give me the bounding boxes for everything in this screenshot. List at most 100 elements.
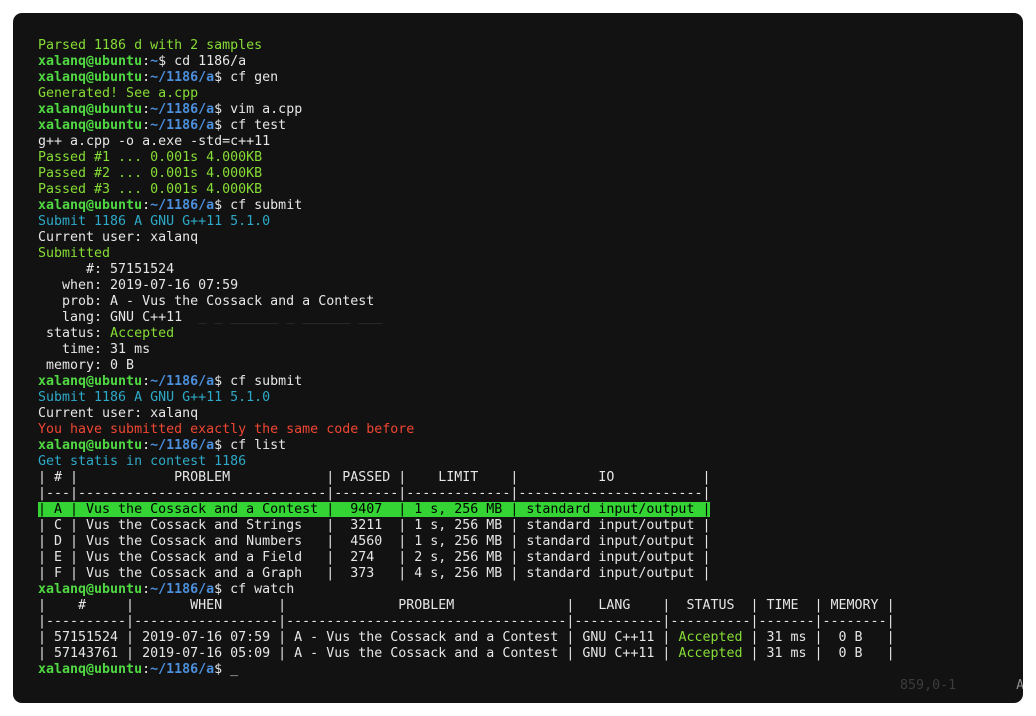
text-segment: xalanq@ubuntu xyxy=(38,198,142,213)
text-segment: $ cf watch xyxy=(214,582,294,597)
terminal-line: | # | PROBLEM | PASSED | LIMIT | IO | xyxy=(38,470,1023,486)
cursor: _ xyxy=(230,662,238,677)
text-segment: ~/1186/a xyxy=(150,582,214,597)
text-segment: You have submitted exactly the same code… xyxy=(38,422,414,437)
text-segment: ~/1186/a xyxy=(150,198,214,213)
terminal-line: |----------|------------------|---------… xyxy=(38,614,1023,630)
terminal-line: status: Accepted xyxy=(38,326,1023,342)
text-segment: : xyxy=(142,662,150,677)
terminal-line: Passed #3 ... 0.001s 4.000KB xyxy=(38,182,1023,198)
text-segment: : xyxy=(142,54,150,69)
terminal-line: xalanq@ubuntu:~/1186/a$ cf list xyxy=(38,438,1023,454)
highlighted-row: | A | Vus the Cossack and a Contest | 94… xyxy=(38,502,710,517)
text-segment: xalanq@ubuntu xyxy=(38,54,142,69)
text-segment: xalanq@ubuntu xyxy=(38,582,142,597)
text-segment: | C | Vus the Cossack and Strings | 3211… xyxy=(38,518,710,533)
text-segment: memory: 0 B xyxy=(38,358,134,373)
text-segment: xalanq@ubuntu xyxy=(38,662,142,677)
text-segment: _ _ ______ _ ______ ___ xyxy=(198,310,382,325)
text-segment: : xyxy=(142,582,150,597)
terminal-line: Current user: xalanq xyxy=(38,230,1023,246)
text-segment: $ cf submit xyxy=(214,198,302,213)
text-segment: | # | PROBLEM | PASSED | LIMIT | IO | xyxy=(38,470,710,485)
text-segment: Generated! See a.cpp xyxy=(38,86,198,101)
text-segment: Accepted xyxy=(678,630,742,645)
terminal-line: xalanq@ubuntu:~/1186/a$ cf watch xyxy=(38,582,1023,598)
terminal-output: Parsed 1186 d with 2 samplesxalanq@ubunt… xyxy=(38,38,1023,678)
terminal-line: Submit 1186 A GNU G++11 5.1.0 xyxy=(38,390,1023,406)
terminal-screen[interactable]: Parsed 1186 d with 2 samplesxalanq@ubunt… xyxy=(13,13,1023,703)
terminal-line: Get statis in contest 1186 xyxy=(38,454,1023,470)
terminal-line: Passed #2 ... 0.001s 4.000KB xyxy=(38,166,1023,182)
terminal-line: when: 2019-07-16 07:59 xyxy=(38,278,1023,294)
text-segment: $ xyxy=(214,662,230,677)
text-segment: | 31 ms | 0 B | xyxy=(742,630,894,645)
text-segment: : xyxy=(142,198,150,213)
text-segment: | # | WHEN | PROBLEM | LANG | STATUS | T… xyxy=(38,598,895,613)
text-segment: prob: A - Vus the Cossack and a Contest xyxy=(38,294,374,309)
terminal-line: |---|-------------------------------|---… xyxy=(38,486,1023,502)
terminal-line: time: 31 ms xyxy=(38,342,1023,358)
terminal-line: xalanq@ubuntu:~$ cd 1186/a xyxy=(38,54,1023,70)
terminal-line: xalanq@ubuntu:~/1186/a$ cf test xyxy=(38,118,1023,134)
text-segment: $ vim a.cpp xyxy=(214,102,302,117)
terminal-line: | F | Vus the Cossack and a Graph | 373 … xyxy=(38,566,1023,582)
text-segment: : xyxy=(142,118,150,133)
text-segment: $ cd 1186/a xyxy=(158,54,246,69)
text-segment: lang: GNU C++11 xyxy=(38,310,182,325)
text-segment: Current user: xalanq xyxy=(38,230,198,245)
terminal-line: xalanq@ubuntu:~/1186/a$ cf submit xyxy=(38,198,1023,214)
text-segment: Accepted xyxy=(678,646,742,661)
text-segment: : xyxy=(142,70,150,85)
ruler-position: 859,0-1 xyxy=(900,678,956,693)
text-segment: | E | Vus the Cossack and a Field | 274 … xyxy=(38,550,710,565)
text-segment: | F | Vus the Cossack and a Graph | 373 … xyxy=(38,566,710,581)
text-segment: xalanq@ubuntu xyxy=(38,70,142,85)
terminal-line: Submitted xyxy=(38,246,1023,262)
text-segment: Submit 1186 A GNU G++11 5.1.0 xyxy=(38,390,270,405)
terminal-line: Parsed 1186 d with 2 samples xyxy=(38,38,1023,54)
terminal-line: Submit 1186 A GNU G++11 5.1.0 xyxy=(38,214,1023,230)
text-segment: : xyxy=(142,102,150,117)
text-segment xyxy=(182,310,198,325)
text-segment: : xyxy=(142,438,150,453)
text-segment: Current user: xalanq xyxy=(38,406,198,421)
text-segment: xalanq@ubuntu xyxy=(38,118,142,133)
terminal-line: | E | Vus the Cossack and a Field | 274 … xyxy=(38,550,1023,566)
text-segment: Passed #2 ... 0.001s 4.000KB xyxy=(38,166,262,181)
terminal-line: | 57151524 | 2019-07-16 07:59 | A - Vus … xyxy=(38,630,1023,646)
text-segment: ~/1186/a xyxy=(150,70,214,85)
terminal-line: prob: A - Vus the Cossack and a Contest xyxy=(38,294,1023,310)
terminal-line: Passed #1 ... 0.001s 4.000KB xyxy=(38,150,1023,166)
terminal-line: | # | WHEN | PROBLEM | LANG | STATUS | T… xyxy=(38,598,1023,614)
text-segment: Submit 1186 A GNU G++11 5.1.0 xyxy=(38,214,270,229)
text-segment: ~/1186/a xyxy=(150,374,214,389)
vim-ruler-artifact: 859,0-1 All xyxy=(852,662,1023,703)
terminal-line: g++ a.cpp -o a.exe -std=c++11 xyxy=(38,134,1023,150)
terminal-line: | C | Vus the Cossack and Strings | 3211… xyxy=(38,518,1023,534)
text-segment: xalanq@ubuntu xyxy=(38,102,142,117)
text-segment: $ cf test xyxy=(214,118,286,133)
text-segment: $ cf list xyxy=(214,438,286,453)
text-segment: Passed #1 ... 0.001s 4.000KB xyxy=(38,150,262,165)
terminal-line: | A | Vus the Cossack and a Contest | 94… xyxy=(38,502,1023,518)
text-segment: xalanq@ubuntu xyxy=(38,374,142,389)
terminal-line: xalanq@ubuntu:~/1186/a$ vim a.cpp xyxy=(38,102,1023,118)
text-segment: time: 31 ms xyxy=(38,342,150,357)
text-segment: | 31 ms | 0 B | xyxy=(742,646,894,661)
text-segment: | D | Vus the Cossack and Numbers | 4560… xyxy=(38,534,710,549)
terminal-line: Current user: xalanq xyxy=(38,406,1023,422)
desktop-background: Parsed 1186 d with 2 samplesxalanq@ubunt… xyxy=(0,0,1036,716)
text-segment: | 57143761 | 2019-07-16 05:09 | A - Vus … xyxy=(38,646,678,661)
terminal-line: lang: GNU C++11 _ _ ______ _ ______ ___ xyxy=(38,310,1023,326)
text-segment: Parsed 1186 d with 2 samples xyxy=(38,38,262,53)
terminal-line: xalanq@ubuntu:~/1186/a$ cf submit xyxy=(38,374,1023,390)
text-segment: |----------|------------------|---------… xyxy=(38,614,895,629)
terminal-line: Generated! See a.cpp xyxy=(38,86,1023,102)
ruler-scroll-indicator: All xyxy=(1016,678,1023,693)
text-segment: Passed #3 ... 0.001s 4.000KB xyxy=(38,182,262,197)
terminal-line: | 57143761 | 2019-07-16 05:09 | A - Vus … xyxy=(38,646,1023,662)
terminal-line: | D | Vus the Cossack and Numbers | 4560… xyxy=(38,534,1023,550)
text-segment: : xyxy=(142,374,150,389)
text-segment: ~/1186/a xyxy=(150,662,214,677)
